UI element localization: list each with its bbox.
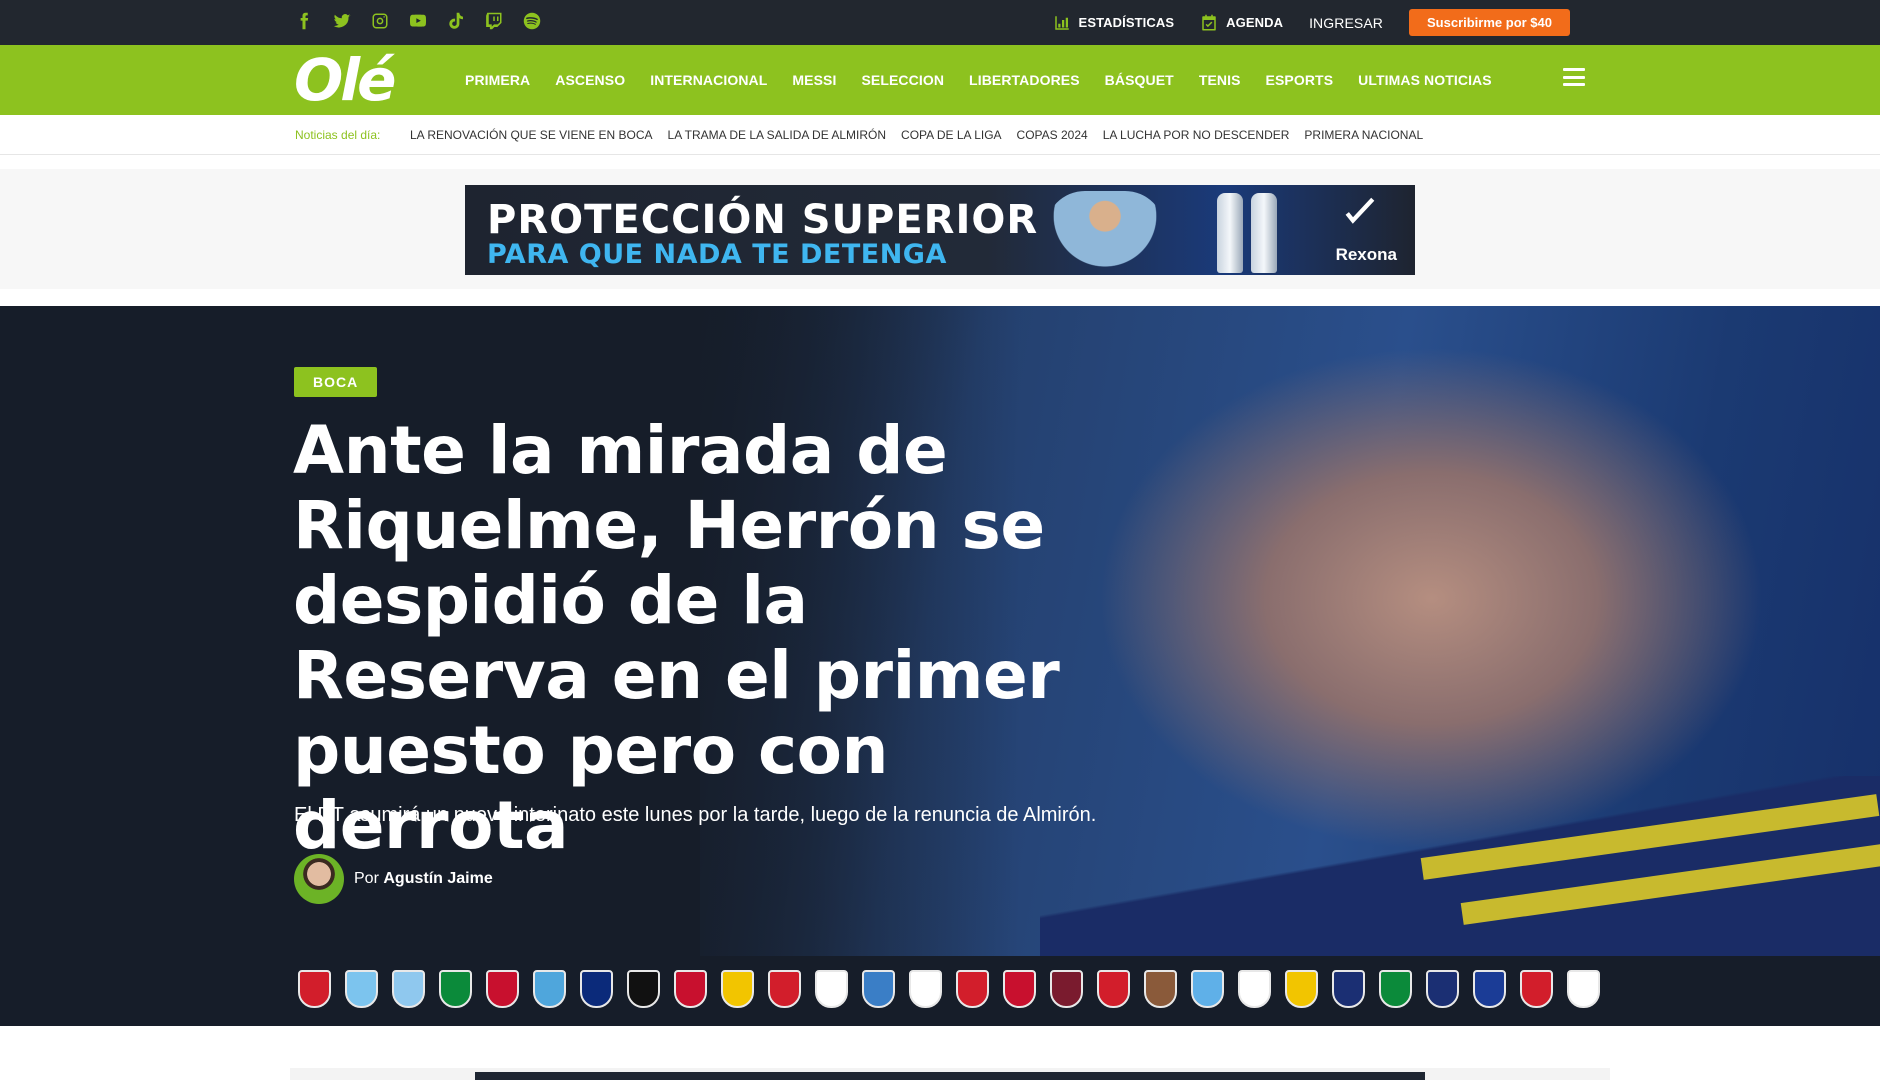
below-fold-media — [475, 1072, 1425, 1080]
trending-strip: Noticias del día: LA RENOVACIÓN QUE SE V… — [0, 115, 1880, 155]
top-right-links: ESTADÍSTICAS AGENDA INGRESAR Suscribirme… — [1053, 9, 1570, 36]
crest-banfield-icon[interactable] — [439, 970, 472, 1008]
crest-estudiantes-icon[interactable] — [768, 970, 801, 1008]
article-headline[interactable]: Ante la mirada de Riquelme, Herrón se de… — [293, 413, 1113, 863]
agenda-label: AGENDA — [1226, 15, 1284, 30]
crest-tigre-icon[interactable] — [1473, 970, 1506, 1008]
trending-label: Noticias del día: — [295, 128, 381, 142]
crest-rosario-central-icon[interactable] — [1285, 970, 1318, 1008]
ad-product-can — [1217, 193, 1243, 273]
crest-union-icon[interactable] — [1520, 970, 1553, 1008]
nav-item-primera[interactable]: PRIMERA — [465, 72, 530, 88]
crest-river-icon[interactable] — [1238, 970, 1271, 1008]
crest-platense-icon[interactable] — [1144, 970, 1177, 1008]
hero-article[interactable]: BOCA Ante la mirada de Riquelme, Herrón … — [0, 306, 1880, 956]
nav-item-tenis[interactable]: TENIS — [1199, 72, 1241, 88]
crest-arsenal-icon[interactable] — [345, 970, 378, 1008]
twitch-icon[interactable] — [484, 10, 504, 32]
ad-headline: PROTECCIÓN SUPERIOR — [487, 197, 1039, 243]
crest-central-cordoba-icon[interactable] — [627, 970, 660, 1008]
crest-gimnasia-icon[interactable] — [815, 970, 848, 1008]
crest-godoy-cruz-icon[interactable] — [862, 970, 895, 1008]
trending-item[interactable]: LA LUCHA POR NO DESCENDER — [1103, 128, 1290, 142]
author-text: Por Agustín Jaime — [354, 870, 493, 888]
crest-independiente-icon[interactable] — [956, 970, 989, 1008]
crest-atletico-tucuman-icon[interactable] — [392, 970, 425, 1008]
crest-defensa-icon[interactable] — [721, 970, 754, 1008]
nav-item-messi[interactable]: MESSI — [792, 72, 836, 88]
crest-barracas-icon[interactable] — [486, 970, 519, 1008]
trending-item[interactable]: LA TRAMA DE LA SALIDA DE ALMIRÓN — [668, 128, 887, 142]
nav-item-ascenso[interactable]: ASCENSO — [555, 72, 625, 88]
nav-item-esports[interactable]: ESPORTS — [1266, 72, 1334, 88]
club-crest-bar — [0, 956, 1880, 1026]
nav-item-basquet[interactable]: BÁSQUET — [1105, 72, 1174, 88]
nav-item-ultimas-noticias[interactable]: ULTIMAS NOTICIAS — [1358, 72, 1492, 88]
crest-san-lorenzo-icon[interactable] — [1332, 970, 1365, 1008]
crest-newells-icon[interactable] — [1097, 970, 1130, 1008]
trending-item[interactable]: COPAS 2024 — [1017, 128, 1088, 142]
twitter-icon[interactable] — [332, 10, 352, 32]
main-nav: Olé PRIMERA ASCENSO INTERNACIONAL MESSI … — [0, 45, 1880, 115]
ad-container: PROTECCIÓN SUPERIOR PARA QUE NADA TE DET… — [0, 169, 1880, 289]
ole-logo[interactable]: Olé — [294, 49, 397, 111]
hamburger-menu-icon[interactable] — [1563, 68, 1585, 86]
author-byline[interactable]: Por Agustín Jaime — [294, 854, 493, 904]
bar-chart-icon — [1054, 15, 1069, 30]
crest-lanus-icon[interactable] — [1050, 970, 1083, 1008]
top-bar: ESTADÍSTICAS AGENDA INGRESAR Suscribirme… — [0, 0, 1880, 45]
rexona-banner-ad[interactable]: PROTECCIÓN SUPERIOR PARA QUE NADA TE DET… — [465, 185, 1415, 275]
spotify-icon[interactable] — [522, 10, 542, 32]
rexona-check-icon — [1345, 197, 1375, 224]
facebook-icon[interactable] — [294, 10, 314, 32]
ad-brand: Rexona — [1335, 245, 1397, 264]
nav-item-seleccion[interactable]: SELECCION — [861, 72, 944, 88]
author-name: Agustín Jaime — [383, 870, 493, 887]
tiktok-icon[interactable] — [446, 10, 466, 32]
ad-subline: PARA QUE NADA TE DETENGA — [487, 239, 947, 270]
ingresar-link[interactable]: INGRESAR — [1309, 15, 1383, 31]
estadisticas-link[interactable]: ESTADÍSTICAS — [1053, 14, 1175, 32]
crest-instituto-icon[interactable] — [1003, 970, 1036, 1008]
nav-item-libertadores[interactable]: LIBERTADORES — [969, 72, 1080, 88]
trending-item[interactable]: COPA DE LA LIGA — [901, 128, 1002, 142]
crest-belgrano-icon[interactable] — [533, 970, 566, 1008]
youtube-icon[interactable] — [408, 10, 428, 32]
crest-huracan-icon[interactable] — [909, 970, 942, 1008]
trending-items: LA RENOVACIÓN QUE SE VIENE EN BOCA LA TR… — [410, 128, 1423, 142]
crest-boca-icon[interactable] — [580, 970, 613, 1008]
section-tag[interactable]: BOCA — [294, 367, 378, 397]
ad-player-image — [1045, 191, 1165, 275]
subscribe-button[interactable]: Suscribirme por $40 — [1409, 9, 1570, 36]
crest-sarmiento-icon[interactable] — [1379, 970, 1412, 1008]
instagram-icon[interactable] — [370, 10, 390, 32]
article-subhead: El DT asumirá un nuevo interinato este l… — [294, 804, 1097, 826]
nav-menu: PRIMERA ASCENSO INTERNACIONAL MESSI SELE… — [465, 45, 1492, 115]
crest-velez-icon[interactable] — [1567, 970, 1600, 1008]
crest-colon-icon[interactable] — [674, 970, 707, 1008]
crest-argentinos-icon[interactable] — [298, 970, 331, 1008]
crest-racing-icon[interactable] — [1191, 970, 1224, 1008]
calendar-icon — [1202, 14, 1216, 30]
estadisticas-label: ESTADÍSTICAS — [1078, 15, 1175, 30]
author-avatar — [294, 854, 344, 904]
author-prefix: Por — [354, 870, 379, 887]
trending-item[interactable]: LA RENOVACIÓN QUE SE VIENE EN BOCA — [410, 128, 653, 142]
nav-item-internacional[interactable]: INTERNACIONAL — [650, 72, 767, 88]
ad-product-can — [1251, 193, 1277, 273]
trending-item[interactable]: PRIMERA NACIONAL — [1304, 128, 1423, 142]
club-crests — [298, 970, 1600, 1008]
crest-talleres-icon[interactable] — [1426, 970, 1459, 1008]
social-links — [294, 10, 542, 32]
agenda-link[interactable]: AGENDA — [1200, 14, 1283, 32]
